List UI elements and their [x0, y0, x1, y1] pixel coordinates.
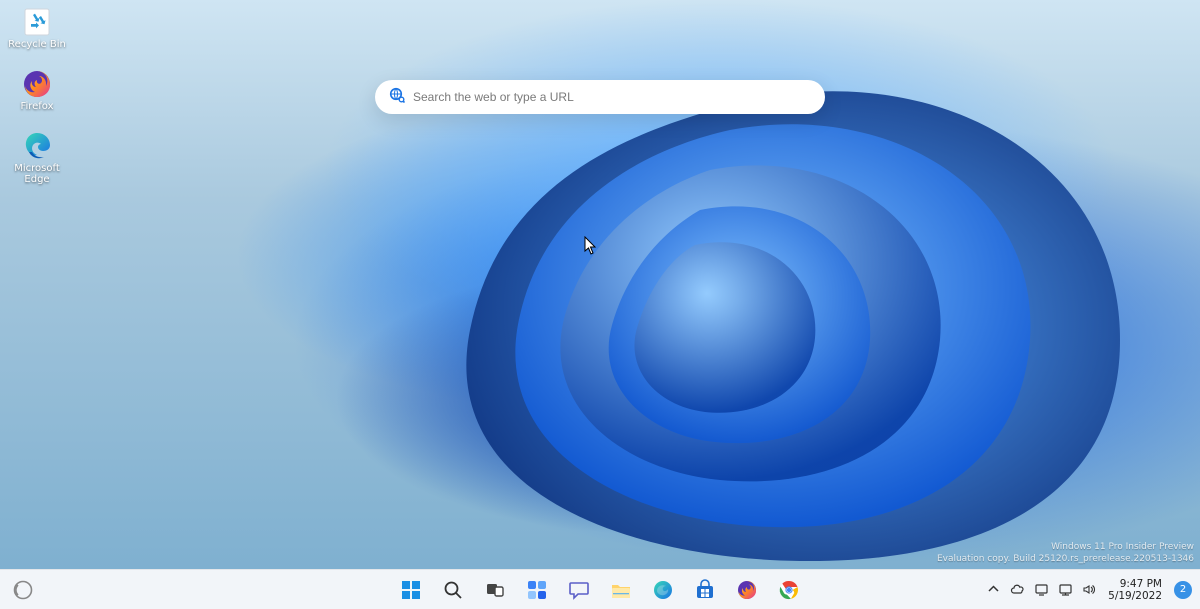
- chevron-up-icon: [986, 582, 1001, 597]
- taskbar-chat[interactable]: [560, 572, 598, 608]
- build-watermark: Windows 11 Pro Insider Preview Evaluatio…: [937, 541, 1194, 565]
- tray-vm[interactable]: [1030, 572, 1052, 608]
- taskbar-start[interactable]: [392, 572, 430, 608]
- taskbar: 9:47 PM 5/19/2022 2: [0, 569, 1200, 609]
- tray-volume[interactable]: [1078, 572, 1100, 608]
- taskbar-clock[interactable]: 9:47 PM 5/19/2022: [1102, 572, 1168, 608]
- widgets-icon: [526, 579, 548, 601]
- taskbar-widgets[interactable]: [518, 572, 556, 608]
- cloud-icon: [1010, 582, 1025, 597]
- recycle-bin-icon: [21, 6, 53, 38]
- desktop-icon-firefox[interactable]: Firefox: [6, 68, 68, 112]
- vm-icon: [1034, 582, 1049, 597]
- desktop-icon-label: Microsoft Edge: [6, 163, 68, 185]
- tray-overflow[interactable]: [982, 572, 1004, 608]
- task-view-icon: [484, 579, 506, 601]
- edge-icon: [21, 130, 53, 162]
- taskbar-firefox[interactable]: [728, 572, 766, 608]
- watermark-line1: Windows 11 Pro Insider Preview: [937, 541, 1194, 553]
- watermark-line2: Evaluation copy. Build 25120.rs_prerelea…: [937, 553, 1194, 565]
- desktop-icon-recycle-bin[interactable]: Recycle Bin: [6, 6, 68, 50]
- search-icon: [442, 579, 464, 601]
- firefox-icon: [21, 68, 53, 100]
- file-explorer-icon: [610, 579, 632, 601]
- store-icon: [694, 579, 716, 601]
- tray-onedrive[interactable]: [1006, 572, 1028, 608]
- volume-icon: [1082, 582, 1097, 597]
- chat-icon: [568, 579, 590, 601]
- bloom-graphic: [300, 40, 1200, 570]
- desktop-search-bar[interactable]: [375, 80, 825, 114]
- firefox-icon: [736, 579, 758, 601]
- desktop-icon-label: Firefox: [20, 101, 53, 112]
- desktop-icon-label: Recycle Bin: [8, 39, 66, 50]
- tray-network[interactable]: [1054, 572, 1076, 608]
- web-search-icon: [389, 87, 405, 107]
- clock-date: 5/19/2022: [1108, 590, 1162, 602]
- network-icon: [1058, 582, 1073, 597]
- taskbar-edge[interactable]: [644, 572, 682, 608]
- start-icon: [400, 579, 422, 601]
- taskbar-corner-app[interactable]: [4, 572, 42, 608]
- desktop-icon-edge[interactable]: Microsoft Edge: [6, 130, 68, 185]
- clock-time: 9:47 PM: [1120, 578, 1162, 590]
- notification-badge[interactable]: 2: [1174, 581, 1192, 599]
- taskbar-chrome[interactable]: [770, 572, 808, 608]
- taskbar-right: 9:47 PM 5/19/2022 2: [982, 570, 1196, 609]
- chrome-icon: [778, 579, 800, 601]
- edge-icon: [652, 579, 674, 601]
- taskbar-store[interactable]: [686, 572, 724, 608]
- app-icon: [12, 579, 34, 601]
- desktop-icons: Recycle Bin Firefox Microsoft Edge: [6, 6, 68, 185]
- desktop-search-input[interactable]: [413, 90, 811, 104]
- taskbar-search[interactable]: [434, 572, 472, 608]
- taskbar-center: [392, 570, 808, 609]
- taskbar-file-explorer[interactable]: [602, 572, 640, 608]
- taskbar-task-view[interactable]: [476, 572, 514, 608]
